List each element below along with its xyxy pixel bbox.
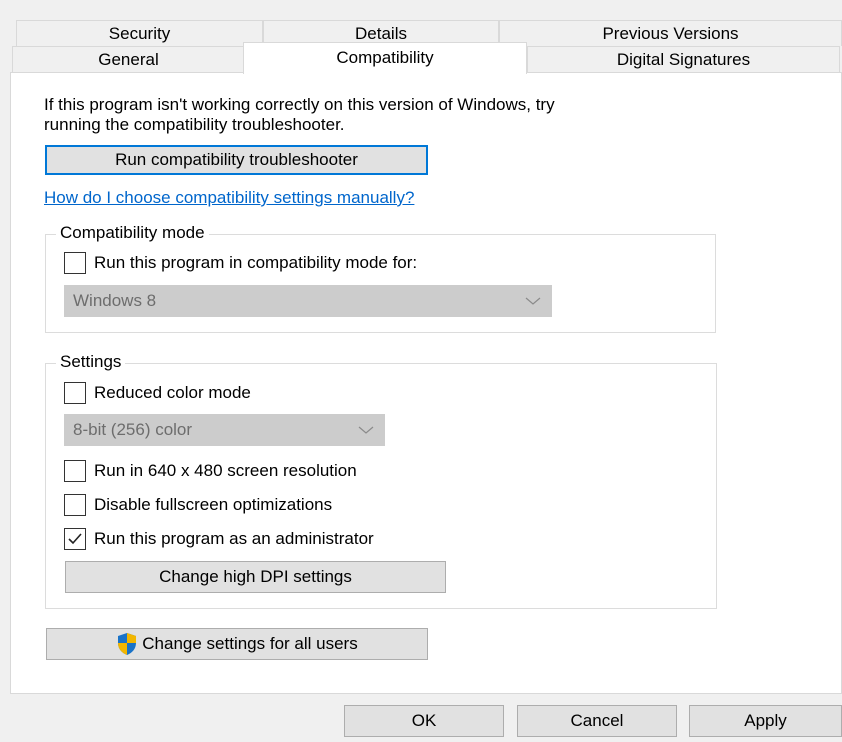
- change-high-dpi-button[interactable]: Change high DPI settings: [65, 561, 446, 593]
- compatibility-os-value: Windows 8: [73, 291, 157, 310]
- uac-shield-icon: [116, 632, 138, 656]
- tab-compatibility-label: Compatibility: [336, 48, 434, 67]
- compatibility-mode-label: Run this program in compatibility mode f…: [94, 253, 418, 272]
- tab-digital-signatures[interactable]: Digital Signatures: [527, 46, 840, 73]
- settings-legend: Settings: [56, 352, 126, 372]
- run-as-admin-checkbox[interactable]: [64, 528, 86, 550]
- reduced-color-label: Reduced color mode: [94, 383, 251, 402]
- cancel-label: Cancel: [570, 711, 624, 730]
- compatibility-mode-checkbox[interactable]: [64, 252, 86, 274]
- compatibility-mode-group: Compatibility mode Run this program in c…: [45, 223, 716, 333]
- checkmark-icon: [68, 533, 82, 545]
- color-depth-value: 8-bit (256) color: [73, 420, 193, 439]
- apply-label: Apply: [744, 711, 787, 730]
- intro-text-line1: If this program isn't working correctly …: [44, 95, 555, 114]
- compatibility-mode-legend: Compatibility mode: [56, 223, 209, 243]
- disable-fullscreen-label: Disable fullscreen optimizations: [94, 495, 333, 514]
- run-troubleshooter-button[interactable]: Run compatibility troubleshooter: [45, 145, 428, 175]
- tab-general-label: General: [98, 50, 159, 69]
- cancel-button[interactable]: Cancel: [517, 705, 677, 737]
- change-settings-all-users-button[interactable]: Change settings for all users: [46, 628, 428, 660]
- chevron-down-icon: [525, 291, 541, 311]
- run-as-admin-label: Run this program as an administrator: [94, 529, 374, 548]
- compatibility-panel: If this program isn't working correctly …: [10, 72, 842, 694]
- disable-fullscreen-checkbox[interactable]: [64, 494, 86, 516]
- chevron-down-icon: [358, 420, 374, 440]
- tab-security-label: Security: [108, 24, 171, 43]
- settings-group: Settings Reduced color mode 8-bit (256) …: [45, 352, 717, 609]
- color-depth-dropdown[interactable]: 8-bit (256) color: [64, 414, 385, 446]
- run-troubleshooter-label: Run compatibility troubleshooter: [115, 150, 358, 169]
- tab-details-label: Details: [355, 24, 407, 43]
- manual-settings-link[interactable]: How do I choose compatibility settings m…: [44, 188, 414, 208]
- intro-text-line2: running the compatibility troubleshooter…: [44, 115, 345, 134]
- tab-previous-versions[interactable]: Previous Versions: [499, 20, 842, 46]
- change-high-dpi-label: Change high DPI settings: [159, 567, 352, 586]
- ok-button[interactable]: OK: [344, 705, 504, 737]
- change-settings-all-users-label: Change settings for all users: [142, 634, 358, 653]
- apply-button[interactable]: Apply: [689, 705, 842, 737]
- reduced-color-checkbox[interactable]: [64, 382, 86, 404]
- resolution-640-checkbox[interactable]: [64, 460, 86, 482]
- ok-label: OK: [411, 711, 437, 730]
- tab-security[interactable]: Security: [16, 20, 263, 46]
- tab-previous-versions-label: Previous Versions: [602, 24, 739, 43]
- compatibility-os-dropdown[interactable]: Windows 8: [64, 285, 552, 317]
- tab-compatibility[interactable]: Compatibility: [243, 42, 527, 74]
- resolution-640-label: Run in 640 x 480 screen resolution: [94, 461, 357, 480]
- tab-general[interactable]: General: [12, 46, 245, 73]
- tab-digital-signatures-label: Digital Signatures: [616, 50, 751, 69]
